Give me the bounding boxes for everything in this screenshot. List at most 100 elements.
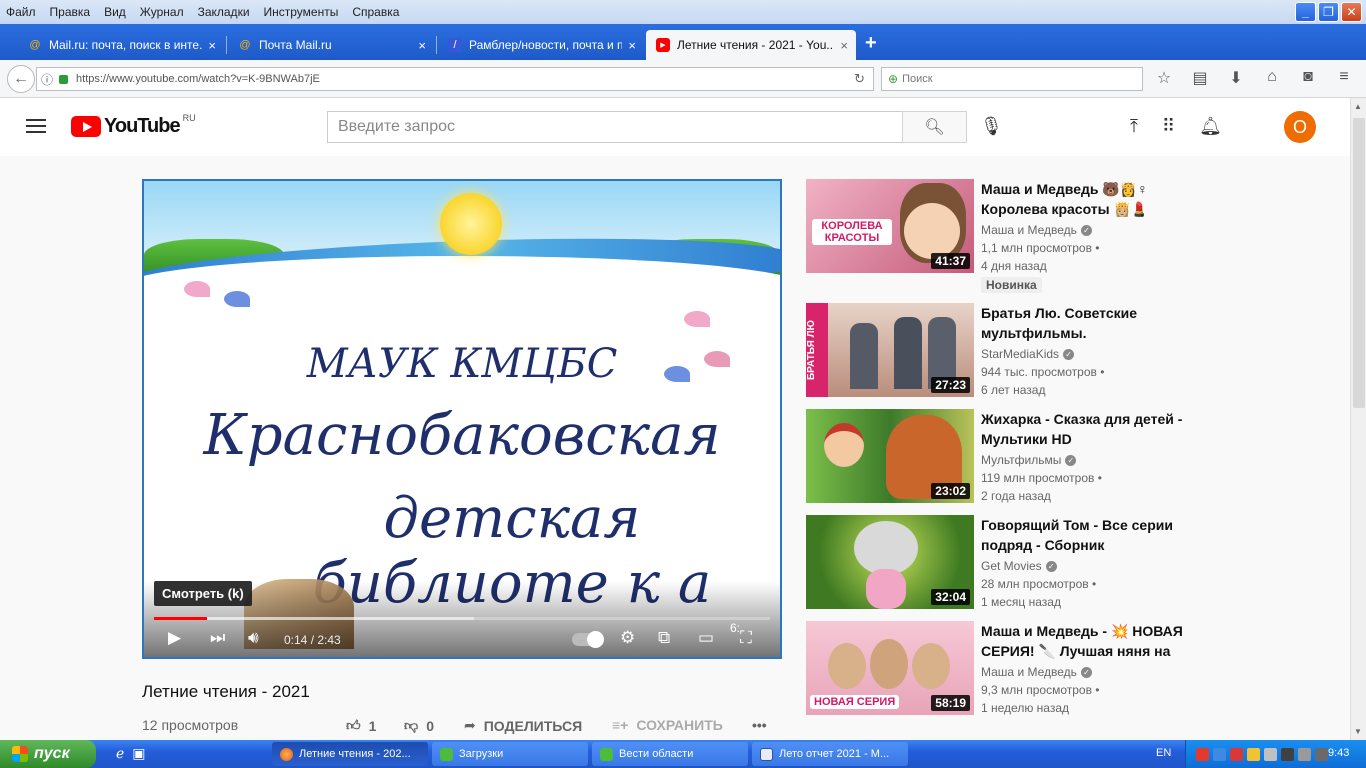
pocket-icon[interactable]: ◙ [1296, 68, 1320, 88]
video-thumbnail[interactable]: 23:02 [806, 409, 974, 503]
apps-grid-icon[interactable]: ⠿ [1162, 116, 1175, 137]
close-tab-icon[interactable]: × [208, 38, 216, 53]
like-button[interactable]: 👍︎ 1 [346, 717, 376, 734]
avatar[interactable]: O [1284, 111, 1316, 143]
list-item[interactable]: 23:02 Жихарка - Сказка для детей - Мульт… [806, 409, 1186, 505]
reload-icon[interactable]: ↻ [854, 71, 865, 87]
settings-gear-icon[interactable]: ⚙ [620, 628, 635, 648]
tab-rambler[interactable]: / Рамблер/новости, почта и п... × [438, 30, 644, 60]
menu-tools[interactable]: Инструменты [264, 5, 339, 19]
channel-name[interactable]: Маша и Медведь ✓ [981, 665, 1092, 679]
recommendation-title[interactable]: Говорящий Том - Все серии подряд - Сборн… [981, 515, 1186, 555]
info-icon[interactable]: ⓘ [41, 71, 53, 88]
save-button[interactable]: ≡+ СОХРАНИТЬ [612, 717, 723, 733]
video-duration: 58:19 [931, 695, 970, 711]
page-scrollbar[interactable]: ▲ ▼ [1350, 98, 1366, 740]
more-actions-button[interactable]: ••• [752, 717, 767, 733]
recommendation-title[interactable]: Маша и Медведь - 💥 НОВАЯ СЕРИЯ! 🔪 Лучшая… [981, 621, 1186, 661]
hamburger-menu-icon[interactable]: ≡ [1332, 68, 1356, 88]
video-thumbnail[interactable]: БРАТЬЯ ЛЮ 27:23 [806, 303, 974, 397]
maximize-button[interactable]: ❐ [1318, 2, 1339, 22]
language-indicator[interactable]: EN [1156, 747, 1171, 759]
youtube-search-input[interactable]: Введите запрос [327, 111, 903, 143]
video-thumbnail[interactable]: КОРОЛЕВА КРАСОТЫ 41:37 [806, 179, 974, 273]
scrollbar-thumb[interactable] [1353, 118, 1365, 408]
menu-view[interactable]: Вид [104, 5, 126, 19]
recommendation-title[interactable]: Жихарка - Сказка для детей - Мультики HD [981, 409, 1186, 449]
task-downloads[interactable]: Загрузки [432, 742, 588, 766]
share-button[interactable]: ➦ ПОДЕЛИТЬСЯ [464, 717, 582, 734]
new-tab-button[interactable]: + [865, 32, 877, 55]
recommendation-title[interactable]: Маша и Медведь 🐻👸♀ Королева красоты 👸🏼💄 [981, 179, 1186, 219]
tray-icon-monitor[interactable] [1281, 747, 1294, 761]
task-word-doc[interactable]: Лето отчет 2021 - М... [752, 742, 908, 766]
list-item[interactable]: НОВАЯ СЕРИЯ 58:19 Маша и Медведь - 💥 НОВ… [806, 621, 1186, 717]
tray-icon-antivirus[interactable] [1196, 747, 1209, 761]
close-tab-icon[interactable]: × [840, 38, 848, 53]
video-thumbnail[interactable]: 32:04 [806, 515, 974, 609]
menu-edit[interactable]: Правка [50, 5, 91, 19]
channel-name[interactable]: StarMediaKids ✓ [981, 347, 1075, 361]
ie-icon[interactable]: ℯ [116, 745, 124, 762]
list-item[interactable]: КОРОЛЕВА КРАСОТЫ 41:37 Маша и Медведь 🐻👸… [806, 179, 1186, 293]
close-tab-icon[interactable]: × [418, 38, 426, 53]
scroll-up-arrow-icon[interactable]: ▲ [1354, 102, 1362, 111]
video-title: Летние чтения - 2021 [142, 682, 310, 701]
channel-name[interactable]: Get Movies ✓ [981, 559, 1057, 573]
list-item[interactable]: БРАТЬЯ ЛЮ 27:23 Братья Лю. Советские мул… [806, 303, 1186, 399]
youtube-search-button[interactable]: 🔍︎ [902, 111, 967, 143]
theater-mode-icon[interactable]: ▭ [698, 628, 714, 648]
url-text: https://www.youtube.com/watch?v=K-9BNWAb… [76, 73, 320, 85]
channel-name[interactable]: Маша и Медведь ✓ [981, 223, 1092, 237]
tray-icon-speaker[interactable] [1264, 747, 1277, 761]
youtube-logo[interactable]: YouTube RU [71, 113, 196, 138]
url-bar[interactable]: ⓘ https://www.youtube.com/watch?v=K-9BNW… [36, 67, 874, 91]
minimize-button[interactable]: _ [1295, 2, 1316, 22]
tray-icon-usb[interactable] [1298, 747, 1311, 761]
tray-icon-network[interactable] [1213, 747, 1226, 761]
start-button[interactable]: пуск [0, 740, 96, 768]
list-item[interactable]: 32:04 Говорящий Том - Все серии подряд -… [806, 515, 1186, 611]
menu-help[interactable]: Справка [352, 5, 399, 19]
miniplayer-icon[interactable]: ⧉ [658, 628, 670, 648]
guide-menu-icon[interactable] [26, 119, 46, 133]
play-icon[interactable]: ▶ [168, 628, 181, 648]
share-arrow-icon: ➦ [464, 717, 476, 733]
slide-sun [440, 193, 502, 255]
browser-search-input[interactable]: ⊕ Поиск [881, 67, 1143, 91]
downloads-icon[interactable]: ⬇ [1224, 68, 1248, 88]
tab-mailru-mail[interactable]: @ Почта Mail.ru × [228, 30, 434, 60]
video-player[interactable]: МАУК КМЦБС Красно­баковская детская библ… [142, 179, 782, 659]
tray-icon-shield[interactable] [1230, 747, 1243, 761]
volume-icon[interactable]: 🔊︎ [248, 628, 259, 648]
next-icon[interactable]: ⏭︎ [210, 628, 225, 648]
channel-name[interactable]: Мультфильмы ✓ [981, 453, 1077, 467]
autoplay-toggle[interactable] [572, 631, 604, 648]
dislike-button[interactable]: 👎︎ 0 [404, 717, 434, 734]
close-window-button[interactable]: ✕ [1341, 2, 1362, 22]
tab-mailru-search[interactable]: @ Mail.ru: почта, поиск в инте... × [18, 30, 224, 60]
fullscreen-icon[interactable]: ⛶ [740, 628, 752, 648]
windows-taskbar: пуск ℯ ▣ Летние чтения - 202... Загрузки… [0, 740, 1366, 768]
progress-bar[interactable] [154, 617, 770, 620]
task-firefox[interactable]: Летние чтения - 202... [272, 742, 428, 766]
menu-history[interactable]: Журнал [140, 5, 184, 19]
reading-list-icon[interactable]: ▤ [1188, 68, 1212, 88]
show-desktop-icon[interactable]: ▣ [132, 745, 145, 762]
recommendation-title[interactable]: Братья Лю. Советские мультфильмы. [981, 303, 1186, 343]
home-icon[interactable]: ⌂ [1260, 68, 1284, 88]
notifications-bell-icon[interactable]: 🔔︎ [1199, 116, 1222, 137]
scroll-down-arrow-icon[interactable]: ▼ [1354, 727, 1362, 736]
menu-bookmarks[interactable]: Закладки [198, 5, 250, 19]
tray-icon-misc[interactable] [1315, 747, 1328, 761]
task-vesti[interactable]: Вести области [592, 742, 748, 766]
bookmark-star-icon[interactable]: ☆ [1152, 68, 1176, 88]
tab-youtube-active[interactable]: ▶ Летние чтения - 2021 - You... × [646, 30, 856, 60]
back-button[interactable]: ← [7, 65, 35, 93]
tray-icon-alert[interactable] [1247, 747, 1260, 761]
microphone-icon[interactable]: 🎙︎ [980, 116, 1003, 137]
close-tab-icon[interactable]: × [628, 38, 636, 53]
video-thumbnail[interactable]: НОВАЯ СЕРИЯ 58:19 [806, 621, 974, 715]
upload-icon[interactable]: ⤒ [1130, 116, 1138, 137]
menu-file[interactable]: Файл [6, 5, 36, 19]
